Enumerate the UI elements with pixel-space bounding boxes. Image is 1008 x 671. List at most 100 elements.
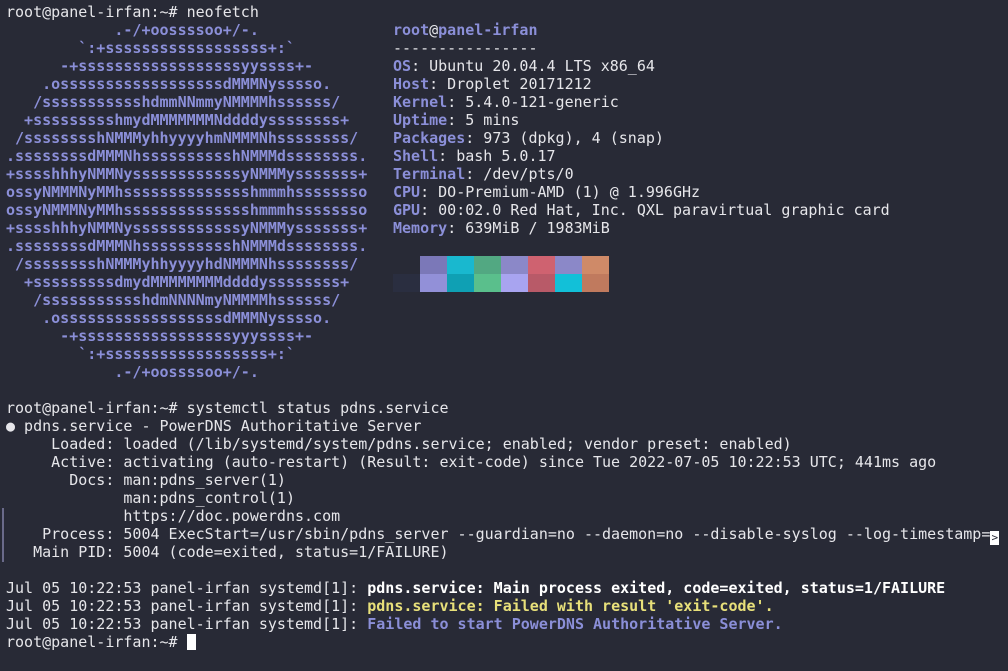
info-value: : 5 mins bbox=[447, 111, 520, 129]
truncation-marker-icon: > bbox=[990, 531, 1000, 545]
logo-line: +sssssssssdmydMMMMMMMMddddyssssssss+ bbox=[6, 273, 350, 291]
log-message-error: Failed to start PowerDNS Authoritative S… bbox=[367, 615, 783, 633]
info-key: GPU bbox=[393, 201, 421, 219]
info-value: : DO-Premium-AMD (1) @ 1.996GHz bbox=[420, 183, 701, 201]
info-key: Terminal bbox=[393, 165, 466, 183]
palette-swatch bbox=[420, 274, 447, 292]
text-cursor[interactable] bbox=[186, 634, 196, 650]
info-value: : 639MiB / 1983MiB bbox=[447, 219, 610, 237]
info-key: Uptime bbox=[393, 111, 448, 129]
info-row-terminal: Terminal: /dev/pts/0 bbox=[393, 165, 574, 183]
info-value: : 5.4.0-121-generic bbox=[447, 93, 619, 111]
palette-swatch bbox=[447, 256, 474, 274]
terminal-window[interactable]: root@panel-irfan:~# neofetch .-/+oosssso… bbox=[0, 0, 1008, 671]
logo-line: .ssssssssdMMMNhsssssssssshNMMMdssssssss. bbox=[6, 237, 368, 255]
info-key: Shell bbox=[393, 147, 439, 165]
logo-line: `:+ssssssssssssssssss+:` bbox=[6, 39, 295, 57]
log-message: pdns.service: Main process exited, code=… bbox=[367, 579, 946, 597]
palette-swatch bbox=[393, 274, 420, 292]
palette-swatch bbox=[447, 274, 474, 292]
logo-line: ossyNMMMNyMMhsssssssssssssshmmmhssssssso bbox=[6, 183, 368, 201]
logo-line: .ossssssssssssssssssdMMMNysssso. bbox=[6, 309, 332, 327]
palette-swatch bbox=[582, 274, 609, 292]
logo-line: ossyNMMMNyMMhsssssssssssssshmmmhssssssso bbox=[6, 201, 368, 219]
info-row-memory: Memory: 639MiB / 1983MiB bbox=[393, 219, 610, 237]
info-value: : 973 (dpkg), 4 (snap) bbox=[465, 129, 664, 147]
logo-line: .-/+oossssoo+/-. bbox=[6, 363, 259, 381]
logo-line: .ossssssssssssssssssdMMMNysssso. bbox=[6, 75, 332, 93]
logo-line: /sssssssshNMMMyhhyyyyhdNMMMNhssssssss/ bbox=[6, 255, 359, 273]
command-text: systemctl status pdns.service bbox=[186, 399, 449, 417]
log-message-warning: pdns.service: Failed with result 'exit-c… bbox=[367, 597, 774, 615]
palette-swatch bbox=[501, 274, 528, 292]
status-main-pid: Main PID: 5004 (code=exited, status=1/FA… bbox=[6, 543, 449, 561]
shell-prompt: root@panel-irfan:~# bbox=[6, 399, 178, 417]
info-key: Kernel bbox=[393, 93, 448, 111]
info-value: : /dev/pts/0 bbox=[465, 165, 574, 183]
palette-swatch bbox=[528, 274, 555, 292]
command-line-neofetch: root@panel-irfan:~# neofetch bbox=[6, 3, 259, 21]
status-process-text: Process: 5004 ExecStart=/usr/sbin/pdns_s… bbox=[6, 525, 991, 543]
status-docs: Docs: man:pdns_server(1) bbox=[6, 471, 286, 489]
service-title-text: pdns.service - PowerDNS Authoritative Se… bbox=[15, 417, 422, 435]
info-key: Memory bbox=[393, 219, 448, 237]
command-line-systemctl: root@panel-irfan:~# systemctl status pdn… bbox=[6, 399, 449, 417]
info-row-gpu: GPU: 00:02.0 Red Hat, Inc. QXL paravirtu… bbox=[393, 201, 890, 219]
info-row-cpu: CPU: DO-Premium-AMD (1) @ 1.996GHz bbox=[393, 183, 700, 201]
info-row-kernel: Kernel: 5.4.0-121-generic bbox=[393, 93, 619, 111]
palette-swatch bbox=[528, 256, 555, 274]
status-docs-link: https://doc.powerdns.com bbox=[6, 507, 341, 525]
status-loaded: Loaded: loaded (/lib/systemd/system/pdns… bbox=[6, 435, 792, 453]
palette-swatch bbox=[393, 256, 420, 274]
info-row-shell: Shell: bash 5.0.17 bbox=[393, 147, 556, 165]
log-prefix: Jul 05 10:22:53 panel-irfan systemd[1]: bbox=[6, 615, 368, 633]
status-docs: man:pdns_control(1) bbox=[6, 489, 295, 507]
info-row-uptime: Uptime: 5 mins bbox=[393, 111, 519, 129]
info-value: : Droplet 20171212 bbox=[429, 75, 592, 93]
palette-swatch bbox=[501, 256, 528, 274]
info-user: root bbox=[393, 21, 430, 39]
logo-line: +ssssssssshmydMMMMMMMNddddyssssssss+ bbox=[6, 111, 350, 129]
info-value: : Ubuntu 20.04.4 LTS x86_64 bbox=[411, 57, 655, 75]
logo-line: `:+ssssssssssssssssss+:` bbox=[6, 345, 295, 363]
palette-swatch bbox=[474, 274, 501, 292]
pager-border-bar bbox=[2, 508, 4, 562]
info-row-packages: Packages: 973 (dpkg), 4 (snap) bbox=[393, 129, 664, 147]
logo-line: +sssshhhyNMMNyssssssssssssyNMMMysssssss+ bbox=[6, 165, 368, 183]
status-active: Active: activating (auto-restart) (Resul… bbox=[6, 453, 937, 471]
info-value: : bash 5.0.17 bbox=[438, 147, 556, 165]
shell-prompt: root@panel-irfan:~# bbox=[6, 633, 178, 651]
logo-line: .-/+oossssoo+/-. bbox=[6, 21, 259, 39]
log-line: Jul 05 10:22:53 panel-irfan systemd[1]: … bbox=[6, 579, 945, 597]
service-title: ● pdns.service - PowerDNS Authoritative … bbox=[6, 417, 421, 435]
info-at: @ bbox=[429, 21, 439, 39]
logo-line: /ssssssssssshdmNNNNmyNMMMMhssssss/ bbox=[6, 291, 341, 309]
info-key: CPU bbox=[393, 183, 421, 201]
log-line: Jul 05 10:22:53 panel-irfan systemd[1]: … bbox=[6, 597, 774, 615]
palette-swatch bbox=[555, 274, 582, 292]
info-key: OS bbox=[393, 57, 412, 75]
logo-line: /ssssssssssshdmmNNmmyNMMMMhssssss/ bbox=[6, 93, 341, 111]
palette-swatch bbox=[474, 256, 501, 274]
user-host-title: root@panel-irfan bbox=[393, 21, 538, 39]
info-separator: ---------------- bbox=[393, 39, 538, 57]
logo-line: -+sssssssssssssssssyyyssss+- bbox=[6, 327, 314, 345]
log-line: Jul 05 10:22:53 panel-irfan systemd[1]: … bbox=[6, 615, 783, 633]
palette-swatch bbox=[582, 256, 609, 274]
status-bullet-icon: ● bbox=[6, 417, 16, 435]
log-prefix: Jul 05 10:22:53 panel-irfan systemd[1]: bbox=[6, 597, 368, 615]
palette-swatch bbox=[555, 256, 582, 274]
shell-prompt: root@panel-irfan:~# bbox=[6, 3, 178, 21]
info-key: Packages bbox=[393, 129, 466, 147]
info-row-host: Host: Droplet 20171212 bbox=[393, 75, 592, 93]
logo-line: +sssshhhyNMMNyssssssssssssyNMMMysssssss+ bbox=[6, 219, 368, 237]
logo-line: -+ssssssssssssssssssyyssss+- bbox=[6, 57, 314, 75]
info-host: panel-irfan bbox=[438, 21, 538, 39]
command-text: neofetch bbox=[186, 3, 259, 21]
info-row-os: OS: Ubuntu 20.04.4 LTS x86_64 bbox=[393, 57, 655, 75]
log-prefix: Jul 05 10:22:53 panel-irfan systemd[1]: bbox=[6, 579, 368, 597]
logo-line: .ssssssssdMMMNhsssssssssshNMMMdssssssss. bbox=[6, 147, 368, 165]
command-line-current[interactable]: root@panel-irfan:~# bbox=[6, 633, 196, 651]
logo-line: /sssssssshNMMMyhhyyyyhmNMMMNhssssssss/ bbox=[6, 129, 359, 147]
info-value: : 00:02.0 Red Hat, Inc. QXL paravirtual … bbox=[420, 201, 890, 219]
